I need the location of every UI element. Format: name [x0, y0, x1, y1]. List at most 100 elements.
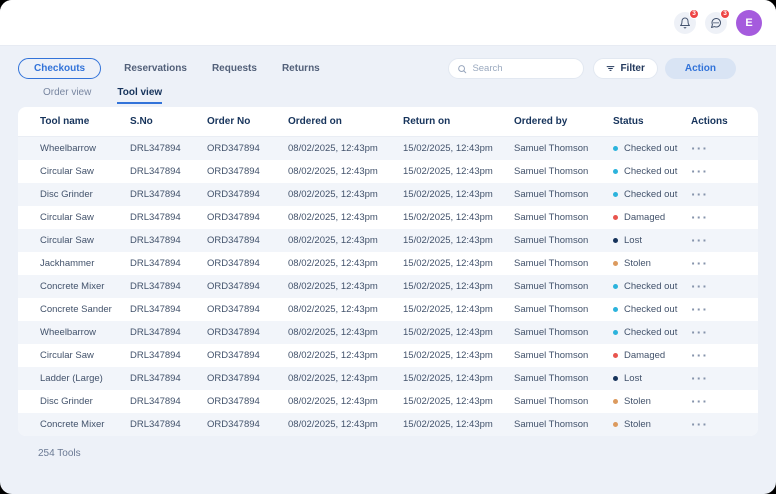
cell-return-on: 15/02/2025, 12:43pm: [403, 258, 514, 269]
status-label: Checked out: [624, 304, 677, 315]
row-actions-menu-button[interactable]: ···: [691, 372, 708, 385]
cell-status: Damaged: [613, 350, 691, 361]
message-badge: 3: [720, 9, 730, 19]
row-actions-menu-button[interactable]: ···: [691, 326, 708, 339]
status-label: Lost: [624, 373, 642, 384]
column-header-return-on: Return on: [403, 116, 514, 127]
tab-requests[interactable]: Requests: [210, 59, 259, 78]
status-dot: [613, 284, 618, 289]
cell-return-on: 15/02/2025, 12:43pm: [403, 419, 514, 430]
status-label: Checked out: [624, 281, 677, 292]
cell-serial-no: DRL347894: [130, 212, 207, 223]
notifications-button[interactable]: 3: [674, 12, 696, 34]
cell-ordered-by: Samuel Thomson: [514, 258, 613, 269]
cell-serial-no: DRL347894: [130, 350, 207, 361]
row-actions-menu-button[interactable]: ···: [691, 303, 708, 316]
status-label: Checked out: [624, 327, 677, 338]
row-actions-menu-button[interactable]: ···: [691, 234, 708, 247]
row-actions-menu-button[interactable]: ···: [691, 395, 708, 408]
cell-tool-name: Wheelbarrow: [40, 327, 130, 338]
cell-ordered-on: 08/02/2025, 12:43pm: [288, 396, 403, 407]
cell-return-on: 15/02/2025, 12:43pm: [403, 350, 514, 361]
user-avatar[interactable]: E: [736, 10, 762, 36]
cell-ordered-on: 08/02/2025, 12:43pm: [288, 189, 403, 200]
action-button[interactable]: Action: [665, 58, 736, 79]
status-label: Stolen: [624, 396, 651, 407]
cell-ordered-on: 08/02/2025, 12:43pm: [288, 419, 403, 430]
cell-serial-no: DRL347894: [130, 143, 207, 154]
status-label: Damaged: [624, 350, 665, 361]
cell-order-no: ORD347894: [207, 373, 288, 384]
cell-actions: ···: [691, 234, 758, 247]
cell-serial-no: DRL347894: [130, 166, 207, 177]
cell-ordered-by: Samuel Thomson: [514, 212, 613, 223]
row-actions-menu-button[interactable]: ···: [691, 418, 708, 431]
cell-status: Checked out: [613, 281, 691, 292]
row-actions-menu-button[interactable]: ···: [691, 280, 708, 293]
row-actions-menu-button[interactable]: ···: [691, 349, 708, 362]
cell-actions: ···: [691, 326, 758, 339]
bell-icon: [679, 17, 691, 29]
messages-button[interactable]: 3: [705, 12, 727, 34]
filter-button[interactable]: Filter: [593, 58, 657, 79]
row-actions-menu-button[interactable]: ···: [691, 211, 708, 224]
cell-tool-name: Disc Grinder: [40, 189, 130, 200]
cell-tool-name: Circular Saw: [40, 235, 130, 246]
search-icon: [457, 64, 467, 74]
column-header-s-no: S.No: [130, 116, 207, 127]
cell-ordered-on: 08/02/2025, 12:43pm: [288, 350, 403, 361]
cell-return-on: 15/02/2025, 12:43pm: [403, 143, 514, 154]
cell-status: Stolen: [613, 396, 691, 407]
cell-ordered-on: 08/02/2025, 12:43pm: [288, 304, 403, 315]
cell-serial-no: DRL347894: [130, 258, 207, 269]
status-label: Checked out: [624, 166, 677, 177]
cell-order-no: ORD347894: [207, 396, 288, 407]
cell-status: Checked out: [613, 304, 691, 315]
cell-tool-name: Circular Saw: [40, 212, 130, 223]
cell-actions: ···: [691, 165, 758, 178]
cell-return-on: 15/02/2025, 12:43pm: [403, 235, 514, 246]
row-actions-menu-button[interactable]: ···: [691, 257, 708, 270]
cell-serial-no: DRL347894: [130, 189, 207, 200]
cell-serial-no: DRL347894: [130, 396, 207, 407]
status-dot: [613, 307, 618, 312]
cell-serial-no: DRL347894: [130, 419, 207, 430]
controls-row: Checkouts Reservations Requests Returns Fil…: [18, 58, 758, 79]
tab-reservations[interactable]: Reservations: [122, 59, 189, 78]
cell-return-on: 15/02/2025, 12:43pm: [403, 166, 514, 177]
nav-tabs: Checkouts Reservations Requests Returns: [18, 58, 322, 79]
cell-actions: ···: [691, 303, 758, 316]
status-label: Stolen: [624, 258, 651, 269]
cell-serial-no: DRL347894: [130, 235, 207, 246]
column-header-status: Status: [613, 116, 691, 127]
cell-ordered-by: Samuel Thomson: [514, 373, 613, 384]
cell-return-on: 15/02/2025, 12:43pm: [403, 327, 514, 338]
table-row: Concrete MixerDRL347894ORD34789408/02/20…: [18, 413, 758, 436]
row-actions-menu-button[interactable]: ···: [691, 188, 708, 201]
view-tabs: Order view Tool view: [18, 87, 758, 104]
app-window: 3 3 E Checkouts Reservations Requests Retur…: [0, 0, 776, 494]
cell-tool-name: Concrete Mixer: [40, 419, 130, 430]
table-row: Circular SawDRL347894ORD34789408/02/2025…: [18, 229, 758, 252]
status-dot: [613, 353, 618, 358]
cell-order-no: ORD347894: [207, 281, 288, 292]
row-actions-menu-button[interactable]: ···: [691, 165, 708, 178]
cell-serial-no: DRL347894: [130, 373, 207, 384]
search-input[interactable]: [472, 63, 575, 74]
tab-tool-view[interactable]: Tool view: [117, 87, 162, 104]
cell-status: Checked out: [613, 189, 691, 200]
row-actions-menu-button[interactable]: ···: [691, 142, 708, 155]
cell-return-on: 15/02/2025, 12:43pm: [403, 373, 514, 384]
cell-ordered-by: Samuel Thomson: [514, 396, 613, 407]
cell-status: Stolen: [613, 419, 691, 430]
cell-status: Lost: [613, 373, 691, 384]
tab-checkouts[interactable]: Checkouts: [18, 58, 101, 79]
notification-badge: 3: [689, 9, 699, 19]
cell-ordered-on: 08/02/2025, 12:43pm: [288, 281, 403, 292]
status-dot: [613, 238, 618, 243]
tab-order-view[interactable]: Order view: [43, 87, 91, 104]
tab-returns[interactable]: Returns: [280, 59, 322, 78]
cell-actions: ···: [691, 280, 758, 293]
cell-order-no: ORD347894: [207, 327, 288, 338]
search-box: [448, 58, 584, 79]
